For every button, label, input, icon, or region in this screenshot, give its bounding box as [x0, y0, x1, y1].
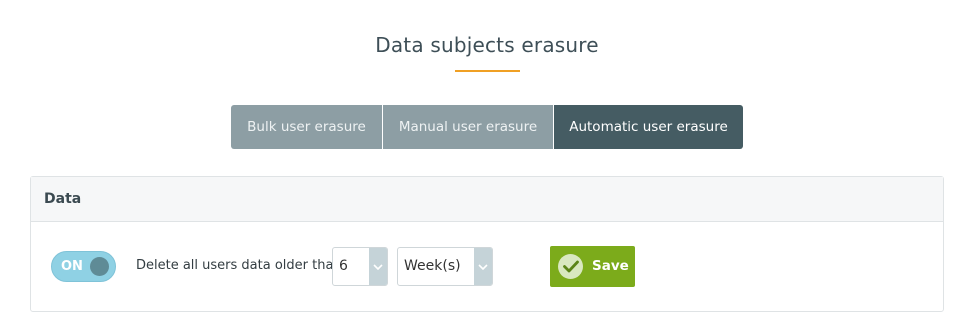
toggle-label: ON	[61, 259, 83, 274]
delete-older-than-label: Delete all users data older than	[136, 258, 342, 273]
save-button[interactable]: Save	[550, 246, 635, 287]
toggle-knob	[90, 257, 109, 276]
title-underline	[455, 70, 520, 72]
amount-select[interactable]: 6	[332, 247, 388, 286]
chevron-down-icon	[369, 248, 387, 285]
amount-select-value: 6	[339, 258, 348, 274]
auto-erasure-toggle[interactable]: ON	[51, 251, 116, 282]
unit-select[interactable]: Week(s)	[397, 247, 493, 286]
unit-select-value: Week(s)	[404, 258, 461, 274]
page-title: Data subjects erasure	[375, 33, 599, 57]
tab-automatic-user-erasure[interactable]: Automatic user erasure	[553, 105, 743, 149]
checkmark-icon	[558, 254, 583, 279]
tab-manual-user-erasure[interactable]: Manual user erasure	[382, 105, 553, 149]
save-button-label: Save	[592, 258, 629, 274]
tab-bulk-user-erasure[interactable]: Bulk user erasure	[231, 105, 382, 149]
data-panel: Data ON Delete all users data older than…	[30, 176, 944, 312]
erasure-tabs: Bulk user erasure Manual user erasure Au…	[231, 105, 743, 149]
chevron-down-icon	[474, 248, 492, 285]
panel-header: Data	[31, 177, 943, 222]
